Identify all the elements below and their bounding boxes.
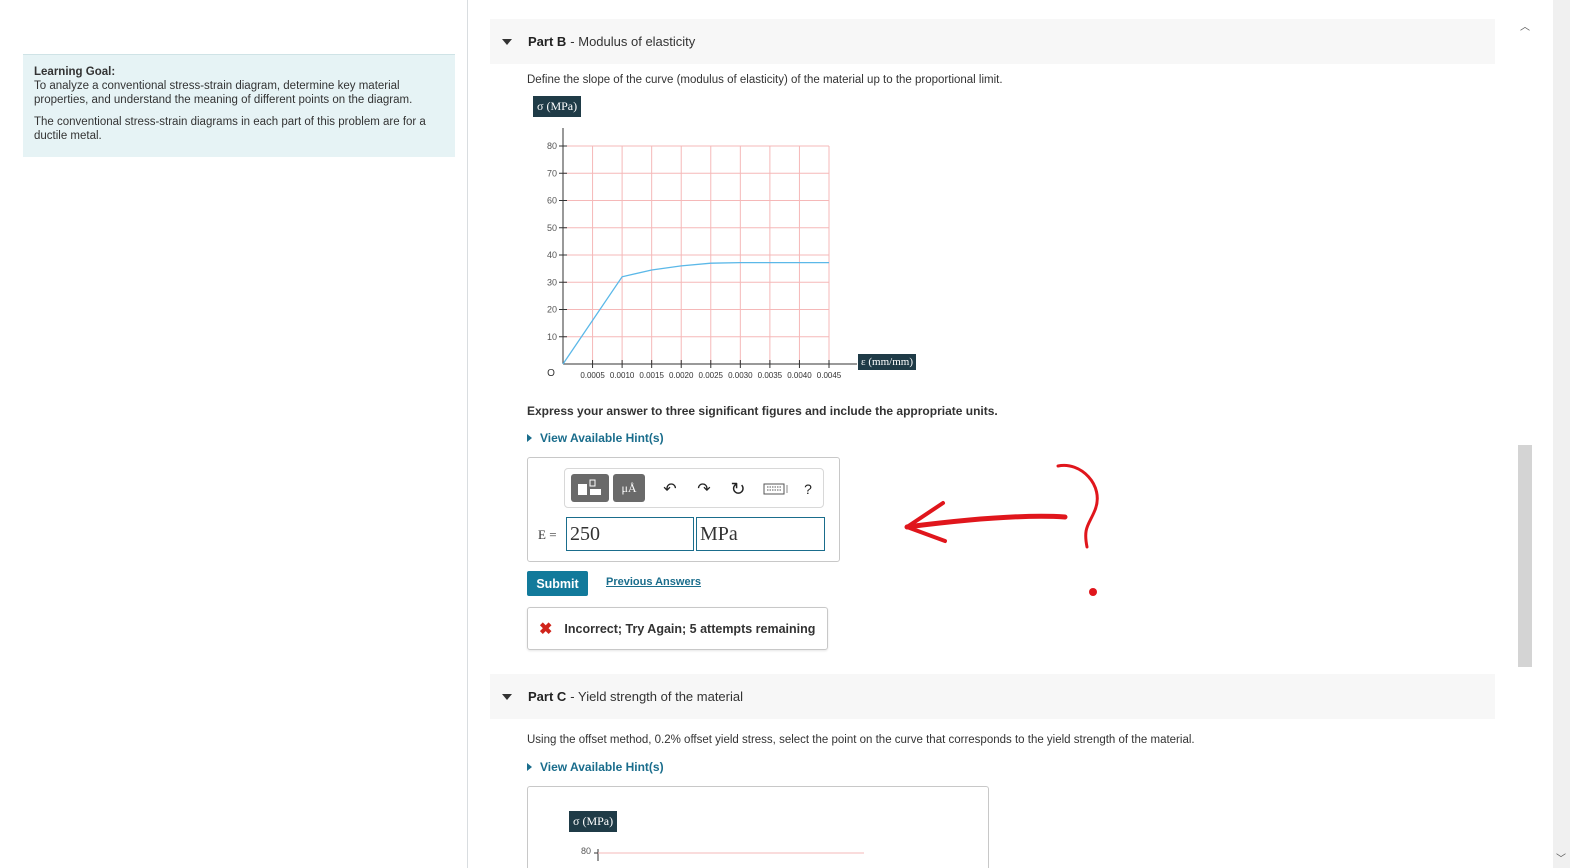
y-tick-label: 50 [547, 223, 557, 233]
x-tick-label: 0.0015 [639, 371, 664, 380]
templates-icon[interactable] [571, 474, 609, 502]
x-tick-label: 0.0025 [699, 371, 724, 380]
part-b-title: - Modulus of elasticity [570, 34, 696, 49]
x-tick-label: 0.0045 [817, 371, 842, 380]
part-c-chart-top [594, 849, 864, 861]
chart-ticks: 10 20 30 40 50 60 70 80 0.0005 0.0010 0.0015 0.0020… [547, 141, 842, 380]
chart-axes [562, 128, 857, 365]
x-axis-label: ε (mm/mm) [858, 354, 916, 370]
learning-goal-title: Learning Goal: [34, 66, 116, 78]
stress-strain-chart: 10 20 30 40 50 60 70 80 0.0005 0.0010 0.0015 0.0020… [547, 128, 857, 380]
keyboard-glyph-icon [763, 483, 788, 495]
part-c-answer-box[interactable]: σ (MPa) 80 [527, 786, 989, 868]
incorrect-x-icon: ✖ [539, 620, 553, 638]
part-c-y-tick: 80 [581, 846, 592, 856]
units-button-label: μÅ [621, 480, 637, 495]
part-c-instruction: Using the offset method, 0.2% offset yie… [527, 734, 1195, 746]
x-tick-label: 0.0010 [610, 371, 635, 380]
y-tick-label: 40 [547, 250, 557, 260]
part-b-header[interactable]: Part B - Modulus of elasticity [490, 19, 1495, 64]
x-tick-label: 0.0035 [758, 371, 783, 380]
chart-series [562, 261, 829, 365]
collapse-caret-icon[interactable] [502, 693, 512, 700]
red-arrow-annotation [904, 463, 1099, 596]
scrollbar-thumb[interactable] [1518, 445, 1532, 667]
window-scrollbar[interactable]: ﹀ [1553, 0, 1570, 868]
x-tick-label: 0.0020 [669, 371, 694, 380]
stress-strain-curve [562, 261, 829, 365]
answer-units-input[interactable]: MPa [696, 517, 825, 551]
answer-value-input[interactable]: 250 [566, 517, 694, 551]
reset-icon[interactable]: ↻ [727, 478, 749, 500]
templates-glyph-icon [578, 479, 601, 495]
expand-triangle-icon [527, 434, 532, 442]
learning-goal-note: The conventional stress-strain diagrams … [34, 116, 426, 142]
keyboard-icon[interactable] [761, 478, 791, 500]
part-b-hint-link[interactable]: View Available Hint(s) [527, 431, 664, 445]
x-tick-label: 0.0005 [580, 371, 605, 380]
x-tick-label: 0.0030 [728, 371, 753, 380]
part-c-name: Part C [528, 689, 567, 704]
part-b-instruction: Define the slope of the curve (modulus o… [527, 74, 1003, 86]
express-instruction: Express your answer to three significant… [527, 404, 998, 418]
learning-goal-box: Learning Goal: To analyze a conventional… [23, 54, 455, 157]
y-axis-label: σ (MPa) [533, 96, 582, 117]
answer-box: μÅ ↶ ↷ ↻ ? E = 250 MPa [527, 457, 840, 562]
hint-link-label: View Available Hint(s) [540, 760, 664, 774]
y-tick-label: 70 [547, 168, 557, 178]
scroll-up-icon[interactable]: ︿ [1518, 18, 1532, 33]
y-tick-label: 10 [547, 332, 557, 342]
math-toolbar: μÅ ↶ ↷ ↻ ? [564, 468, 824, 508]
y-tick-label: 30 [547, 277, 557, 287]
part-b-name: Part B [528, 34, 567, 49]
feedback-text: Incorrect; Try Again; 5 attempts remaini… [564, 621, 816, 636]
x-tick-label: 0.0040 [787, 371, 812, 380]
part-c-title: - Yield strength of the material [570, 689, 743, 704]
feedback-message: ✖ Incorrect; Try Again; 5 attempts remai… [527, 607, 828, 650]
part-c-y-axis-label: σ (MPa) [569, 811, 618, 832]
previous-answers-link[interactable]: Previous Answers [606, 576, 701, 588]
part-c-hint-link[interactable]: View Available Hint(s) [527, 760, 664, 774]
expand-triangle-icon [527, 763, 532, 771]
learning-goal-text: To analyze a conventional stress-strain … [34, 80, 413, 106]
chart-grid [563, 145, 830, 364]
units-button[interactable]: μÅ [613, 474, 645, 502]
scroll-down-icon[interactable]: ﹀ [1554, 850, 1568, 865]
part-c-header[interactable]: Part C - Yield strength of the material [490, 674, 1495, 719]
learning-goal-pane: Learning Goal: To analyze a conventional… [0, 0, 468, 868]
content-scrollbar[interactable]: ︿ [1518, 0, 1532, 868]
help-icon[interactable]: ? [797, 478, 819, 500]
redo-icon[interactable]: ↷ [693, 478, 715, 500]
undo-icon[interactable]: ↶ [659, 478, 681, 500]
y-tick-label: 80 [547, 141, 557, 151]
y-tick-label: 20 [547, 305, 557, 315]
hint-link-label: View Available Hint(s) [540, 431, 664, 445]
help-label: ? [804, 481, 812, 497]
collapse-caret-icon[interactable] [502, 38, 512, 45]
submit-button[interactable]: Submit [527, 571, 588, 596]
origin-label: O [547, 368, 555, 379]
y-tick-label: 60 [547, 196, 557, 206]
answer-variable-label: E = [538, 527, 557, 542]
